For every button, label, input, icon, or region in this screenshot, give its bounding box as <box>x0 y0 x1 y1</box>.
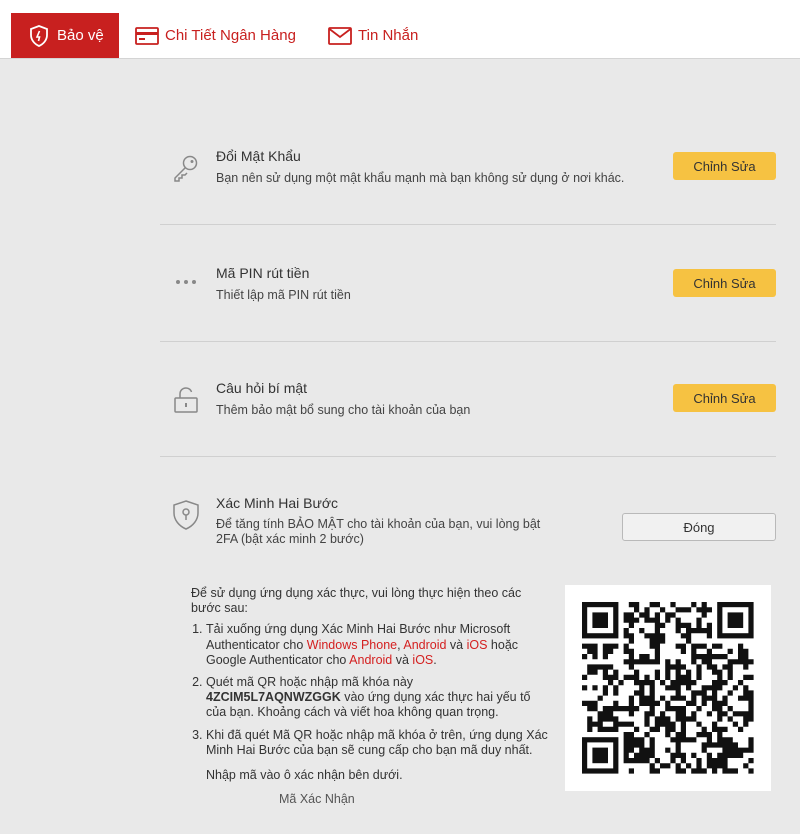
link-android-google[interactable]: Android <box>349 653 392 667</box>
secret-question-desc: Thêm bảo mật bổ sung cho tài khoản của b… <box>216 403 471 417</box>
secret-question-row: Câu hỏi bí mật Thêm bảo mật bổ sung cho … <box>160 380 776 420</box>
two-factor-title: Xác Minh Hai Bước <box>216 495 339 511</box>
secret-question-title: Câu hỏi bí mật <box>216 380 308 396</box>
two-factor-desc-1: Để tăng tính BẢO MẬT cho tài khoản của b… <box>216 517 541 531</box>
change-password-title: Đổi Mật Khẩu <box>216 148 301 164</box>
secret-key-code: 4ZCIM5L7AQNWZGGK <box>206 690 341 705</box>
shield-keyhole-icon <box>170 499 202 531</box>
top-nav: Bảo vệ Chi Tiết Ngân Hàng Tin Nhắn <box>0 0 800 59</box>
tab-bank-label: Chi Tiết Ngân Hàng <box>165 27 296 44</box>
tab-bank-details[interactable]: Chi Tiết Ngân Hàng <box>135 13 296 58</box>
instructions-step-2: Quét mã QR hoặc nhập mã khóa này4ZCIM5L7… <box>206 675 551 721</box>
secret-question-edit-button[interactable]: Chỉnh Sửa <box>673 384 776 412</box>
two-factor-instructions: Để sử dụng ứng dụng xác thực, vui lòng t… <box>191 586 551 807</box>
instructions-step-3: Khi đã quét Mã QR hoặc nhập mã khóa ở tr… <box>206 728 551 758</box>
step-3-text: Khi đã quét Mã QR hoặc nhập mã khóa ở tr… <box>206 727 548 757</box>
qr-code <box>565 585 771 791</box>
dots-icon <box>170 266 202 298</box>
change-password-row: Đổi Mật Khẩu Bạn nên sử dụng một mật khẩ… <box>160 148 776 188</box>
tab-protection[interactable]: Bảo vệ <box>11 13 119 58</box>
tab-messages-label: Tin Nhắn <box>358 27 419 44</box>
withdraw-pin-row: Mã PIN rút tiền Thiết lập mã PIN rút tiề… <box>160 265 776 305</box>
two-factor-row: Xác Minh Hai Bước Để tăng tính BẢO MẬT c… <box>160 495 776 555</box>
instructions-step-1: Tải xuống ứng dụng Xác Minh Hai Bước như… <box>206 622 551 668</box>
shield-icon <box>27 24 55 48</box>
step-1-sep: và <box>392 652 413 667</box>
verification-code-label: Mã Xác Nhận <box>279 792 355 807</box>
withdraw-pin-desc: Thiết lập mã PIN rút tiền <box>216 288 351 302</box>
two-factor-desc-2: 2FA (bật xác minh 2 bước) <box>216 532 364 546</box>
instructions-steps: Tải xuống ứng dụng Xác Minh Hai Bước như… <box>191 622 551 758</box>
instructions-note: Nhập mã vào ô xác nhận bên dưới. <box>206 768 403 783</box>
link-windows-phone[interactable]: Windows Phone <box>307 638 397 652</box>
change-password-edit-button[interactable]: Chỉnh Sửa <box>673 152 776 180</box>
step-1-end: . <box>433 652 437 667</box>
tab-protection-label: Bảo vệ <box>57 27 104 44</box>
divider <box>160 341 776 342</box>
change-password-desc: Bạn nên sử dụng một mật khẩu mạnh mà bạn… <box>216 171 625 185</box>
divider <box>160 456 776 457</box>
link-ios-google[interactable]: iOS <box>412 653 433 667</box>
step-1-sep: và <box>446 637 467 652</box>
bank-card-icon <box>135 26 163 45</box>
divider <box>160 224 776 225</box>
two-factor-close-button[interactable]: Đóng <box>622 513 776 541</box>
instructions-intro: Để sử dụng ứng dụng xác thực, vui lòng t… <box>191 586 522 616</box>
link-android[interactable]: Android <box>403 638 446 652</box>
key-icon <box>170 152 202 184</box>
link-ios[interactable]: iOS <box>467 638 488 652</box>
withdraw-pin-edit-button[interactable]: Chỉnh Sửa <box>673 269 776 297</box>
step-2-text: Quét mã QR hoặc nhập mã khóa này <box>206 675 414 690</box>
qr-code-image <box>582 602 754 774</box>
tab-messages[interactable]: Tin Nhắn <box>328 13 418 58</box>
envelope-icon <box>328 26 356 45</box>
lock-icon <box>170 384 202 416</box>
withdraw-pin-title: Mã PIN rút tiền <box>216 265 310 281</box>
